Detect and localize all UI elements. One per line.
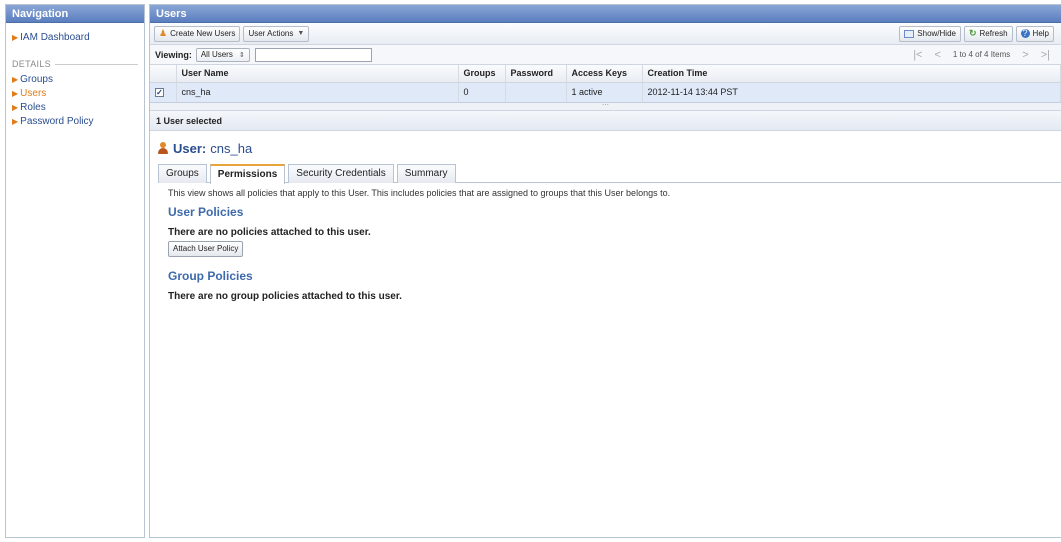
column-header-access-keys[interactable]: Access Keys [566,65,643,83]
user-icon [158,142,168,154]
user-title: User: cns_ha [158,141,1061,156]
user-actions-label: User Actions [248,29,294,38]
cell-groups: 0 [458,82,506,103]
users-header: Users [150,5,1061,23]
select-column-header [150,65,177,83]
create-users-label: Create New Users [170,29,236,38]
first-page-icon[interactable]: |< [913,49,922,61]
group-policies-note: There are no group policies attached to … [168,290,402,302]
help-button[interactable]: ? Help [1015,25,1054,42]
nav-item-label: Users [20,88,47,99]
show-hide-button[interactable]: Show/Hide [899,25,961,42]
user-icon: ♟ [159,28,168,38]
nav-item-password-policy[interactable]: ▶ Password Policy [6,115,144,129]
chevron-right-icon: ▶ [12,33,19,42]
selection-status: 1 User selected [150,110,1061,131]
nav-item-roles[interactable]: ▶ Roles [6,101,144,115]
chevron-right-icon: ▶ [12,89,19,98]
navigation-panel: Navigation ▶ IAM Dashboard DETAILS ▶ Group… [5,4,145,538]
tab-summary[interactable]: Summary [396,163,456,183]
pager-range: 1 to 4 of 4 Items [952,50,1011,59]
user-title-name: cns_ha [210,140,253,156]
chevron-right-icon: ▶ [12,75,19,84]
viewing-select-value: All Users [200,50,233,59]
cell-creation-time: 2012-11-14 13:44 PST [642,82,1061,103]
help-label: Help [1032,29,1049,38]
viewing-bar: Viewing: All Users ⇕ |< < 1 to 4 of 4 Ite… [150,45,1061,65]
nav-item-label: Password Policy [20,116,94,127]
help-icon: ? [1020,28,1030,38]
nav-item-groups[interactable]: ▶ Groups [6,73,144,87]
divider [54,63,138,65]
user-detail: User: cns_ha Groups Permissions Security… [150,131,1061,302]
splitter-handle[interactable]: ⋯ [150,102,1061,111]
create-new-users-button[interactable]: ♟ Create New Users [154,25,241,42]
nav-item-users[interactable]: ▶ Users [6,87,144,101]
refresh-label: Refresh [979,29,1008,38]
chevron-down-icon: ▼ [297,30,305,37]
column-header-user-name[interactable]: User Name [176,65,459,83]
checkbox-checked[interactable]: ✓ [155,88,164,97]
show-hide-label: Show/Hide [917,29,956,38]
nav-dashboard-label: IAM Dashboard [20,32,90,43]
navigation-header: Navigation [6,5,144,23]
panel-icon [904,29,915,38]
nav-iam-dashboard[interactable]: ▶ IAM Dashboard [6,31,144,45]
pager: |< < 1 to 4 of 4 Items > >| [907,49,1056,61]
table-row[interactable]: ✓ cns_ha 0 1 active 2012-11-14 13:44 PST [150,82,1061,103]
users-table: User Name Groups Password Access Keys Cr… [150,65,1061,103]
group-policies-title: Group Policies [168,268,253,283]
tab-permissions[interactable]: Permissions [209,163,286,184]
nav-section-details: DETAILS [12,59,138,69]
refresh-button[interactable]: ↻ Refresh [963,25,1013,42]
tab-security-credentials[interactable]: Security Credentials [288,163,394,183]
column-header-password[interactable]: Password [505,65,567,83]
nav-item-label: Groups [20,74,53,85]
last-page-icon[interactable]: >| [1041,49,1050,61]
row-select-cell[interactable]: ✓ [150,82,177,103]
cell-password [505,82,567,103]
nav-item-label: Roles [20,102,46,113]
user-policies-note: There are no policies attached to this u… [168,226,371,238]
prev-page-icon[interactable]: < [934,49,940,61]
tab-groups[interactable]: Groups [158,163,207,183]
column-header-creation-time[interactable]: Creation Time [642,65,1061,83]
chevron-right-icon: ▶ [12,103,19,112]
user-actions-button[interactable]: User Actions ▼ [243,25,310,42]
refresh-icon: ↻ [968,28,977,38]
nav-section-label: DETAILS [12,59,51,69]
table-header-row: User Name Groups Password Access Keys Cr… [150,65,1061,83]
cell-access-keys: 1 active [566,82,643,103]
attach-user-policy-button[interactable]: Attach User Policy [168,240,244,257]
next-page-icon[interactable]: > [1022,49,1028,61]
detail-tabs: Groups Permissions Security Credentials … [158,163,1061,184]
filter-input[interactable] [254,47,372,62]
viewing-select[interactable]: All Users ⇕ [195,47,250,62]
viewing-label: Viewing: [155,49,192,60]
column-header-groups[interactable]: Groups [458,65,506,83]
select-arrows-icon: ⇕ [238,51,245,59]
permissions-content: This view shows all policies that apply … [158,183,1061,302]
cell-user-name: cns_ha [176,82,459,103]
users-toolbar: ♟ Create New Users User Actions ▼ Show/Hid… [150,23,1061,45]
users-panel: Users ♟ Create New Users User Actions ▼ Sh… [149,4,1061,538]
chevron-right-icon: ▶ [12,117,19,126]
user-policies-title: User Policies [168,204,244,219]
user-title-label: User: [173,140,207,156]
permissions-intro: This view shows all policies that apply … [168,187,671,198]
